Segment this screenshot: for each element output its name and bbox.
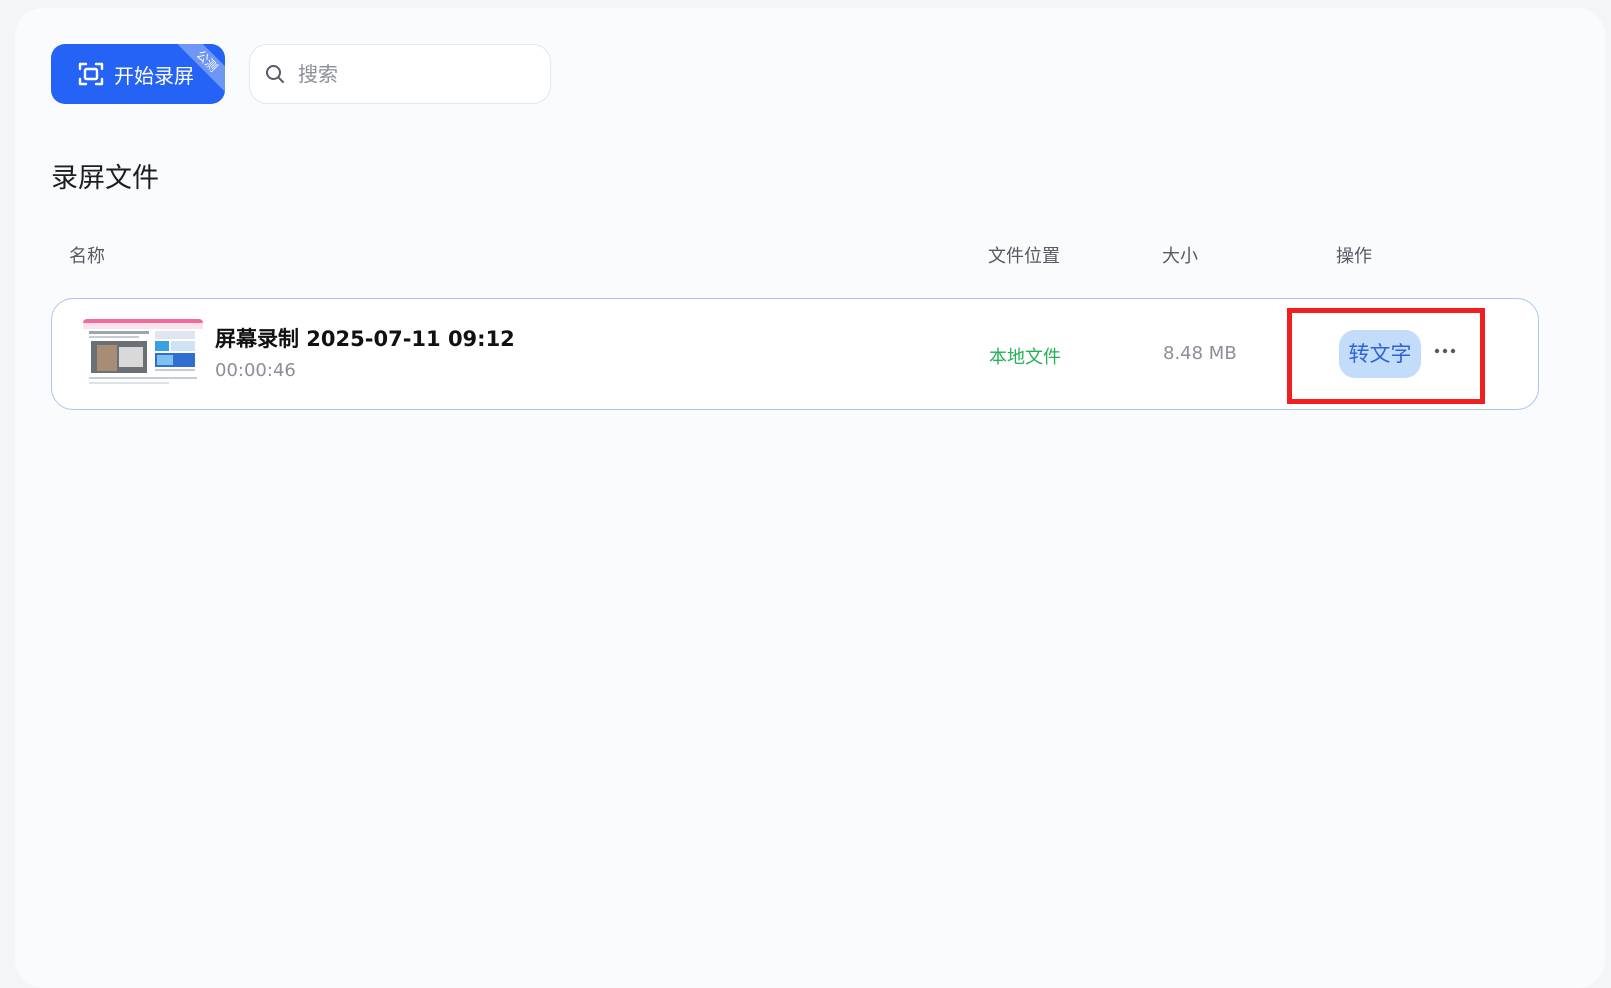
transcribe-button[interactable]: 转文字 — [1339, 330, 1421, 378]
recording-file-row[interactable]: 屏幕录制 2025-07-11 09:12 00:00:46 本地文件 8.48… — [51, 298, 1539, 410]
file-name[interactable]: 屏幕录制 2025-07-11 09:12 — [215, 323, 515, 353]
video-thumbnail — [83, 319, 203, 389]
start-recording-label: 开始录屏 — [114, 63, 194, 88]
screen-record-icon — [78, 62, 104, 86]
column-header-actions: 操作 — [1336, 246, 1372, 267]
search-input[interactable] — [296, 61, 530, 87]
section-title: 录屏文件 — [51, 163, 159, 194]
file-location[interactable]: 本地文件 — [989, 343, 1061, 369]
column-header-name: 名称 — [69, 246, 105, 267]
start-recording-button[interactable]: 开始录屏 公测 — [51, 44, 225, 104]
column-header-location: 文件位置 — [988, 246, 1060, 267]
main-panel — [15, 8, 1605, 988]
file-duration: 00:00:46 — [215, 360, 296, 381]
search-box[interactable] — [249, 44, 551, 104]
file-size: 8.48 MB — [1163, 343, 1237, 364]
more-horizontal-icon[interactable] — [1430, 337, 1460, 365]
search-icon — [266, 65, 284, 83]
column-header-size: 大小 — [1162, 246, 1198, 267]
